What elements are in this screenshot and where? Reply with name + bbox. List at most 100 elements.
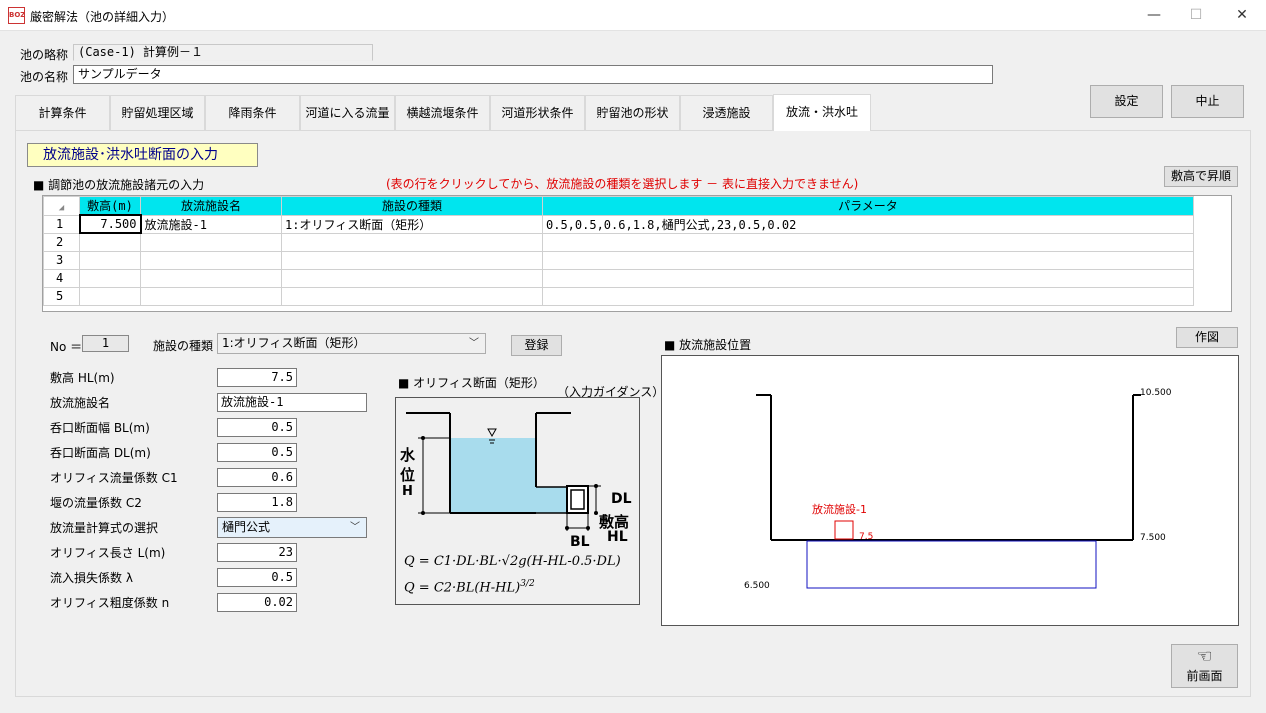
cell-height[interactable]: [79, 232, 141, 252]
length-input[interactable]: 23: [217, 543, 297, 562]
formula-select[interactable]: 樋門公式 ﹀: [217, 517, 367, 538]
tab-calc-conditions[interactable]: 計算条件: [15, 95, 110, 130]
cell-params[interactable]: [542, 250, 1194, 270]
dl-input[interactable]: 0.5: [217, 443, 297, 462]
table-row[interactable]: 1 7.500 放流施設-1 1:オリフィス断面（矩形） 0.5,0.5,0.6…: [43, 214, 1194, 234]
facility-position-diagram: 10.500 7.500 6.500 放流施設-1 7.5: [661, 355, 1239, 626]
field-label-length: オリフィス長さ L(m): [50, 546, 166, 560]
cell-type[interactable]: [281, 268, 543, 288]
field-label-formula: 放流量計算式の選択: [50, 521, 159, 535]
cell-height[interactable]: [79, 250, 141, 270]
position-title: ■ 放流施設位置: [664, 338, 752, 352]
table-row[interactable]: 3: [43, 250, 1194, 270]
cell-params[interactable]: [542, 268, 1194, 288]
sort-by-height-button[interactable]: 敷高で昇順: [1164, 166, 1238, 187]
previous-screen-label: 前画面: [1186, 669, 1223, 683]
col-header-type[interactable]: 施設の種類: [281, 196, 543, 216]
previous-screen-button[interactable]: ☜ 前画面: [1171, 644, 1238, 688]
tab-river-shape[interactable]: 河道形状条件: [490, 95, 585, 130]
bl-dim-dot-right: [586, 526, 590, 530]
formula-value: 樋門公式: [222, 520, 271, 534]
table-row[interactable]: 5: [43, 286, 1194, 306]
lambda-input[interactable]: 0.5: [217, 568, 297, 587]
c2-input[interactable]: 1.8: [217, 493, 297, 512]
h-dim-dot-top: [421, 436, 425, 440]
app-icon: BOZ: [8, 7, 25, 24]
cell-type[interactable]: [281, 232, 543, 252]
facility-name-input[interactable]: 放流施設-1: [217, 393, 367, 412]
bl-label: BL: [570, 534, 590, 550]
formula-weir-text: Q = C2·BL(H-HL): [404, 580, 521, 596]
row-number: 4: [43, 268, 80, 288]
field-label-roughness: オリフィス粗度係数 n: [50, 596, 170, 610]
outlet-water: [536, 487, 566, 513]
cell-type[interactable]: [281, 286, 543, 306]
roughness-input[interactable]: 0.02: [217, 593, 297, 612]
title-bar: BOZ 厳密解法（池の詳細入力） — ☐ ✕: [0, 0, 1266, 31]
cell-height[interactable]: [79, 268, 141, 288]
facility-type-select[interactable]: 1:オリフィス断面（矩形） ﹀: [217, 333, 486, 354]
cell-name[interactable]: 放流施設-1: [140, 214, 282, 234]
formula-orifice: Q = C1·DL·BL·√2g(H-HL-0.5·DL): [404, 554, 621, 569]
pond-abbr-label: 池の略称: [20, 48, 69, 62]
hl-input[interactable]: 7.5: [217, 368, 297, 387]
orifice-guidance-diagram: 水 位 H DL 敷高 HL BL Q = C1·DL·BL·√2g(H-HL-…: [395, 397, 640, 605]
tab-pond-shape[interactable]: 貯留池の形状: [585, 95, 680, 130]
facility-grid[interactable]: ◢ 敷高(m) 放流施設名 施設の種類 パラメータ 1 7.500 放流施設-1…: [42, 195, 1232, 312]
cell-height[interactable]: 7.500: [78, 214, 142, 234]
tab-rainfall[interactable]: 降雨条件: [205, 95, 300, 130]
c1-input[interactable]: 0.6: [217, 468, 297, 487]
tab-discharge-spillway[interactable]: 放流・洪水吐: [773, 94, 871, 131]
cell-height[interactable]: [79, 286, 141, 306]
row-number: 1: [43, 214, 80, 234]
dl-label: DL: [611, 491, 632, 507]
mid-level-label: 7.500: [1140, 533, 1166, 543]
grid-corner[interactable]: ◢: [43, 196, 80, 216]
bl-dim-dot-left: [565, 526, 569, 530]
table-row[interactable]: 2: [43, 232, 1194, 252]
h-label-2: 位: [400, 466, 416, 484]
tab-storage-area[interactable]: 貯留処理区域: [110, 95, 205, 130]
maximize-button[interactable]: ☐: [1173, 0, 1219, 31]
facility-name-label: 放流施設-1: [812, 503, 867, 516]
bottom-level-label: 6.500: [744, 581, 770, 591]
table-row[interactable]: 4: [43, 268, 1194, 288]
facility-height-label: 7.5: [859, 532, 874, 542]
pond-name-input[interactable]: サンプルデータ: [73, 65, 993, 84]
bl-input[interactable]: 0.5: [217, 418, 297, 437]
chevron-down-icon: ﹀: [469, 338, 479, 349]
cell-params[interactable]: 0.5,0.5,0.6,1.8,樋門公式,23,0.5,0.02: [542, 214, 1194, 234]
cell-type[interactable]: [281, 250, 543, 270]
tab-river-inflow[interactable]: 河道に入る流量: [300, 95, 395, 130]
col-header-name[interactable]: 放流施設名: [140, 196, 282, 216]
row-number: 5: [43, 286, 80, 306]
tab-infiltration[interactable]: 浸透施設: [680, 95, 773, 130]
minimize-button[interactable]: —: [1131, 0, 1177, 31]
register-button[interactable]: 登録: [511, 335, 562, 356]
cell-name[interactable]: [140, 286, 282, 306]
cell-params[interactable]: [542, 286, 1194, 306]
col-header-params[interactable]: パラメータ: [542, 196, 1194, 216]
cell-type[interactable]: 1:オリフィス断面（矩形）: [281, 214, 543, 234]
no-label: No ＝: [50, 340, 83, 354]
row-number: 3: [43, 250, 80, 270]
tab-side-weir[interactable]: 横越流堰条件: [395, 95, 490, 130]
water-area: [450, 438, 536, 513]
cell-params[interactable]: [542, 232, 1194, 252]
dl-dim-dot-bottom: [594, 511, 598, 515]
formula-weir: Q = C2·BL(H-HL)3/2: [404, 579, 535, 595]
facility-marker: [834, 520, 854, 540]
cell-name[interactable]: [140, 250, 282, 270]
section-title: 放流施設･洪水吐断面の入力: [27, 143, 258, 167]
cancel-button[interactable]: 中止: [1171, 85, 1244, 118]
draw-button[interactable]: 作図: [1176, 327, 1238, 348]
pointing-hand-icon: ☜: [1196, 646, 1213, 667]
field-label-hl: 敷高 HL(m): [50, 371, 115, 385]
col-header-height[interactable]: 敷高(m): [79, 196, 141, 216]
close-button[interactable]: ✕: [1219, 0, 1265, 31]
cell-name[interactable]: [140, 232, 282, 252]
type-label: 施設の種類: [153, 339, 214, 353]
hl-label-2: HL: [607, 529, 628, 545]
settings-button[interactable]: 設定: [1090, 85, 1163, 118]
cell-name[interactable]: [140, 268, 282, 288]
